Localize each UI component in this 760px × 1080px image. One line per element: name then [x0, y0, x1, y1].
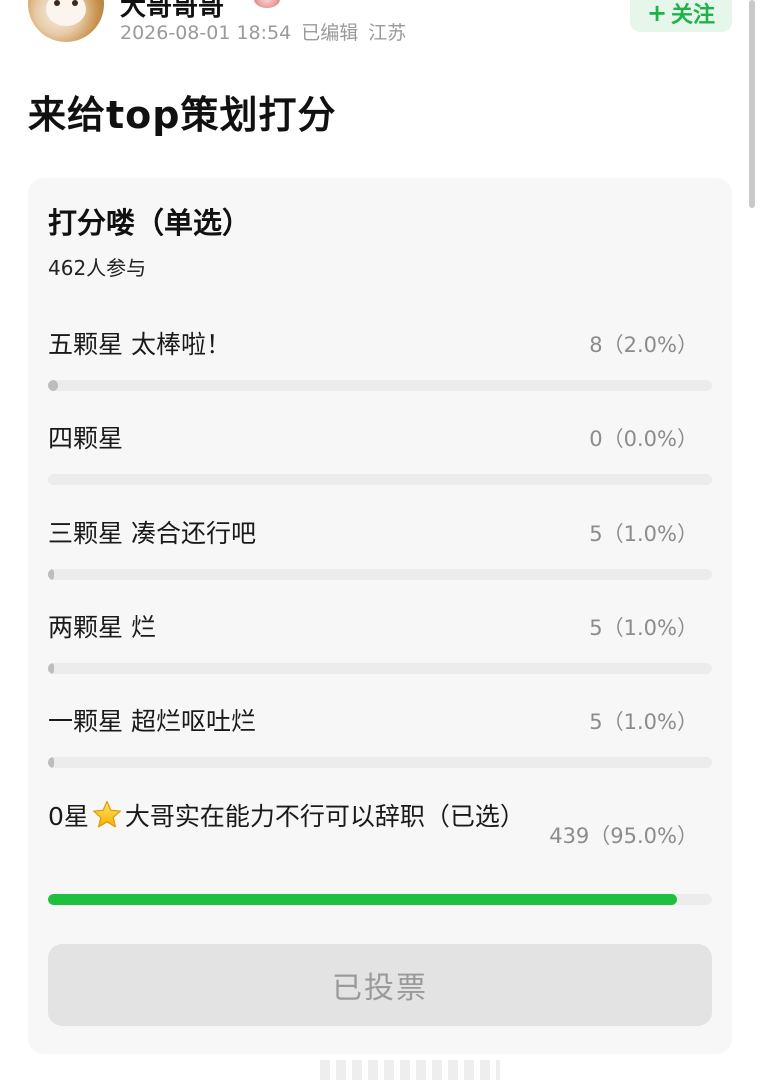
- voted-button[interactable]: 已投票: [48, 944, 712, 1026]
- poll-option-label-rest: 大哥实在能力不行可以辞职（已选）: [124, 802, 525, 831]
- avatar-eye-right: [72, 0, 78, 6]
- poll-option-bar: [48, 757, 712, 768]
- poll-option-bar: [48, 663, 712, 674]
- poll-option-bar-fill: [48, 569, 54, 580]
- star-emoji-icon: [92, 800, 121, 828]
- post-meta: 2026-08-01 18:54 已编辑 江苏: [120, 18, 416, 45]
- location-label: 江苏: [368, 22, 407, 44]
- poll-option-count: 5（1.0%）: [589, 522, 698, 546]
- bottom-decoration: [320, 1060, 500, 1080]
- poll-card: 打分喽（单选） 462人参与 五颗星 太棒啦！ 8（2.0%） 四颗星 0（0.…: [28, 178, 732, 1054]
- poll-option-label: 0星 大哥实在能力不行可以辞职（已选）: [48, 798, 538, 836]
- avatar-eye-left: [54, 0, 60, 6]
- poll-participants: 462人参与: [48, 256, 147, 280]
- poll-option-count: 5（1.0%）: [589, 616, 698, 640]
- post-header: 大哥哥哥 2026-08-01 18:54 已编辑 江苏 + 关注: [0, 0, 760, 60]
- poll-option-bar-fill: [48, 757, 54, 768]
- poll-option-bar: [48, 474, 712, 485]
- scrollbar[interactable]: [749, 0, 755, 208]
- poll-option-label: 三颗星 凑合还行吧: [48, 519, 256, 548]
- post-datetime: 2026-08-01 18:54: [120, 22, 292, 44]
- user-badge-icon: [254, 0, 280, 8]
- post-title: 来给top策划打分: [28, 93, 337, 137]
- poll-option-label: 五颗星 太棒啦！: [48, 330, 231, 359]
- poll-option-bar-fill: [48, 663, 54, 674]
- poll-option-bar-fill: [48, 380, 58, 391]
- follow-label: 关注: [671, 3, 716, 28]
- plus-icon: +: [646, 0, 668, 27]
- poll-option-count: 5（1.0%）: [589, 710, 698, 734]
- poll-option-label-prefix: 0星: [48, 802, 89, 831]
- edited-label: 已编辑: [301, 22, 359, 44]
- poll-option-count: 439（95.0%）: [549, 824, 698, 848]
- poll-option-label: 两颗星 烂: [48, 613, 156, 642]
- poll-title: 打分喽（单选）: [48, 206, 252, 240]
- poll-option-label: 四颗星: [48, 424, 124, 453]
- poll-option-count: 0（0.0%）: [589, 427, 698, 451]
- poll-option-bar-fill: [48, 894, 677, 905]
- follow-button[interactable]: + 关注: [630, 0, 732, 32]
- poll-option-bar: [48, 380, 712, 391]
- poll-option-label: 一颗星 超烂呕吐烂: [48, 707, 256, 736]
- poll-option-bar: [48, 894, 712, 905]
- avatar[interactable]: [28, 0, 104, 42]
- poll-option-count: 8（2.0%）: [589, 333, 698, 357]
- poll-option-bar: [48, 569, 712, 580]
- avatar-face: [46, 0, 86, 26]
